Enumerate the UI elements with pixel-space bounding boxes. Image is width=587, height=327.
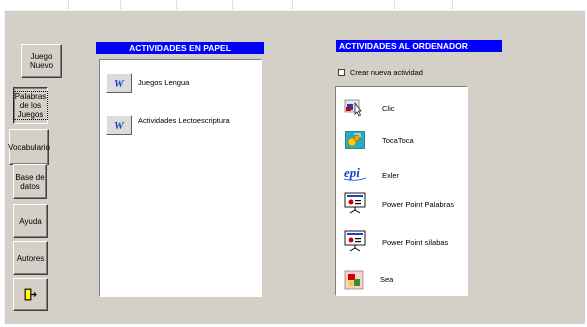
tocatoca-app-icon[interactable]	[345, 131, 365, 149]
juego-nuevo-label: Juego Nuevo	[29, 52, 54, 70]
juegos-lengua-label: Juegos Lengua	[138, 78, 190, 87]
crear-nueva-actividad-checkbox[interactable]	[338, 69, 345, 76]
vocabulario-label: Vocabulario	[8, 142, 50, 152]
svg-text:W: W	[114, 120, 125, 132]
top-strip	[0, 0, 587, 10]
clic-app-icon[interactable]	[344, 97, 364, 117]
power-point-palabras-label: Power Point Palabras	[382, 200, 455, 209]
ordenador-title: ACTIVIDADES AL ORDENADOR	[339, 41, 468, 51]
actividades-lectoescriptura-label: Actividades Lectoescriptura	[138, 116, 230, 125]
ayuda-label: Ayuda	[19, 216, 42, 226]
power-point-silabas-label: Power Point sílabas	[382, 238, 449, 247]
word-document-icon: W	[114, 120, 125, 132]
powerpoint-presentation-icon[interactable]	[344, 230, 366, 252]
powerpoint-presentation-icon[interactable]	[344, 192, 366, 214]
actividades-lectoescriptura-button[interactable]: W	[106, 115, 132, 135]
svg-text:epi: epi	[344, 165, 360, 180]
exler-label: Exler	[382, 171, 400, 180]
main-window: Juego Nuevo Palabras de los Juegos Vocab…	[4, 10, 585, 324]
papel-title: ACTIVIDADES EN PAPEL	[129, 43, 231, 53]
palabras-de-los-juegos-button[interactable]: Palabras de los Juegos	[12, 87, 49, 124]
ordenador-header: ACTIVIDADES AL ORDENADOR	[336, 40, 502, 52]
tocatoca-label: TocaToca	[382, 136, 414, 145]
juego-nuevo-button[interactable]: Juego Nuevo	[21, 44, 62, 78]
ayuda-button[interactable]: Ayuda	[13, 204, 48, 238]
exit-door-icon	[24, 288, 37, 301]
ordenador-panel: Clic TocaToca epi Exler Power Point Pala…	[335, 86, 468, 296]
clic-label: Clic	[382, 104, 395, 113]
autores-label: Autores	[16, 253, 45, 263]
epi-exler-icon[interactable]: epi	[343, 164, 367, 182]
base-de-datos-button[interactable]: Base de datos	[13, 164, 47, 199]
exit-button[interactable]	[13, 278, 48, 311]
palabras-de-los-juegos-label: Palabras de los Juegos	[12, 91, 49, 120]
papel-panel: W Juegos Lengua W Actividades Lectoescri…	[99, 59, 262, 297]
crear-nueva-actividad-label: Crear nueva actividad	[350, 68, 423, 77]
autores-button[interactable]: Autores	[13, 241, 48, 275]
sea-app-icon[interactable]	[344, 270, 364, 290]
svg-text:W: W	[114, 78, 125, 90]
juegos-lengua-button[interactable]: W	[106, 73, 132, 93]
sea-label: Sea	[380, 275, 394, 284]
vocabulario-button[interactable]: Vocabulario	[8, 129, 50, 165]
base-de-datos-label: Base de datos	[15, 172, 45, 191]
word-document-icon: W	[114, 78, 125, 90]
papel-header: ACTIVIDADES EN PAPEL	[96, 42, 264, 54]
